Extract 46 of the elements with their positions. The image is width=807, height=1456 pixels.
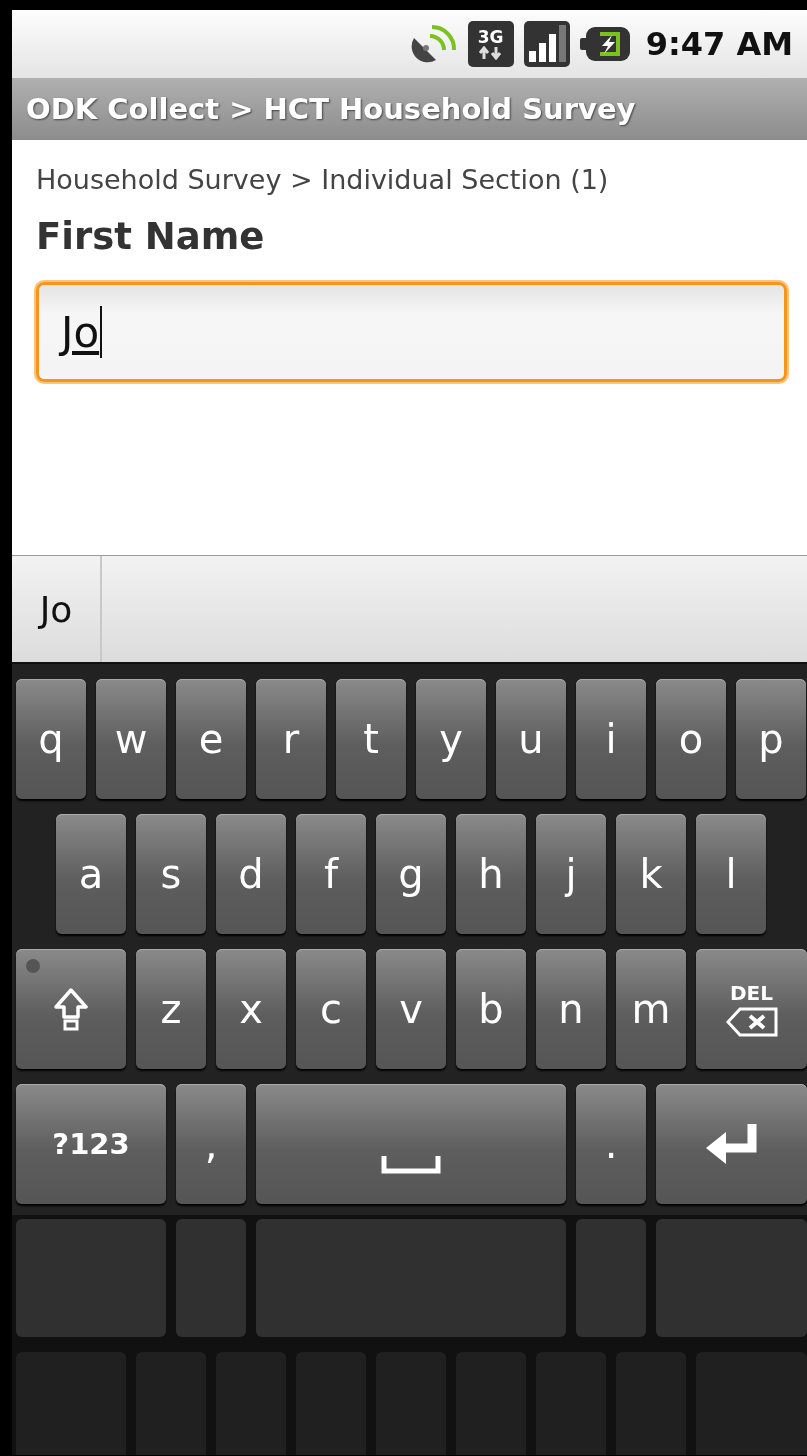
letter-key[interactable]: z <box>136 949 206 1069</box>
letter-key[interactable]: u <box>496 679 566 799</box>
shift-lock-indicator <box>26 959 40 973</box>
letter-key[interactable]: e <box>176 679 246 799</box>
letter-key[interactable]: h <box>456 814 526 934</box>
letter-key[interactable]: , <box>176 1084 246 1204</box>
app-title: ODK Collect > HCT Household Survey <box>26 92 636 126</box>
symbols-key[interactable]: ?123 <box>16 1084 166 1204</box>
letter-key[interactable]: m <box>616 949 686 1069</box>
enter-key[interactable] <box>656 1084 807 1204</box>
letter-key[interactable]: w <box>96 679 166 799</box>
signal-bars-icon <box>523 21 570 67</box>
network-type-icon: 3G <box>467 21 514 67</box>
space-bar-icon <box>381 1154 441 1174</box>
clock-time: 9:47 AM <box>645 25 793 63</box>
letter-key[interactable]: k <box>616 814 686 934</box>
letter-key[interactable]: x <box>216 949 286 1069</box>
letter-key[interactable]: b <box>456 949 526 1069</box>
letter-key[interactable]: l <box>696 814 766 934</box>
letter-key[interactable]: g <box>376 814 446 934</box>
letter-key[interactable]: y <box>416 679 486 799</box>
letter-key[interactable]: n <box>536 949 606 1069</box>
letter-key[interactable]: q <box>16 679 86 799</box>
shift-arrow-icon <box>53 987 89 1031</box>
letter-key[interactable]: p <box>736 679 806 799</box>
text-field[interactable]: Jo <box>36 282 787 382</box>
letter-key[interactable]: t <box>336 679 406 799</box>
letter-key[interactable]: o <box>656 679 726 799</box>
letter-key[interactable]: . <box>576 1084 646 1204</box>
letter-key[interactable]: s <box>136 814 206 934</box>
satellite-dish-icon <box>409 24 458 64</box>
question-label: First Name <box>36 215 266 258</box>
shift-key[interactable] <box>16 949 126 1069</box>
letter-key[interactable]: r <box>256 679 326 799</box>
delete-key[interactable]: DEL <box>696 949 807 1069</box>
letter-key[interactable]: c <box>296 949 366 1069</box>
letter-key[interactable]: i <box>576 679 646 799</box>
breadcrumb: Household Survey > Individual Section (1) <box>36 164 610 195</box>
letter-key[interactable]: j <box>536 814 606 934</box>
letter-key[interactable]: a <box>56 814 126 934</box>
space-key[interactable] <box>256 1084 566 1204</box>
letter-key[interactable]: d <box>216 814 286 934</box>
backspace-icon <box>725 1007 778 1037</box>
battery-charging-icon <box>579 27 630 61</box>
letter-key[interactable]: f <box>296 814 366 934</box>
letter-key[interactable]: v <box>376 949 446 1069</box>
